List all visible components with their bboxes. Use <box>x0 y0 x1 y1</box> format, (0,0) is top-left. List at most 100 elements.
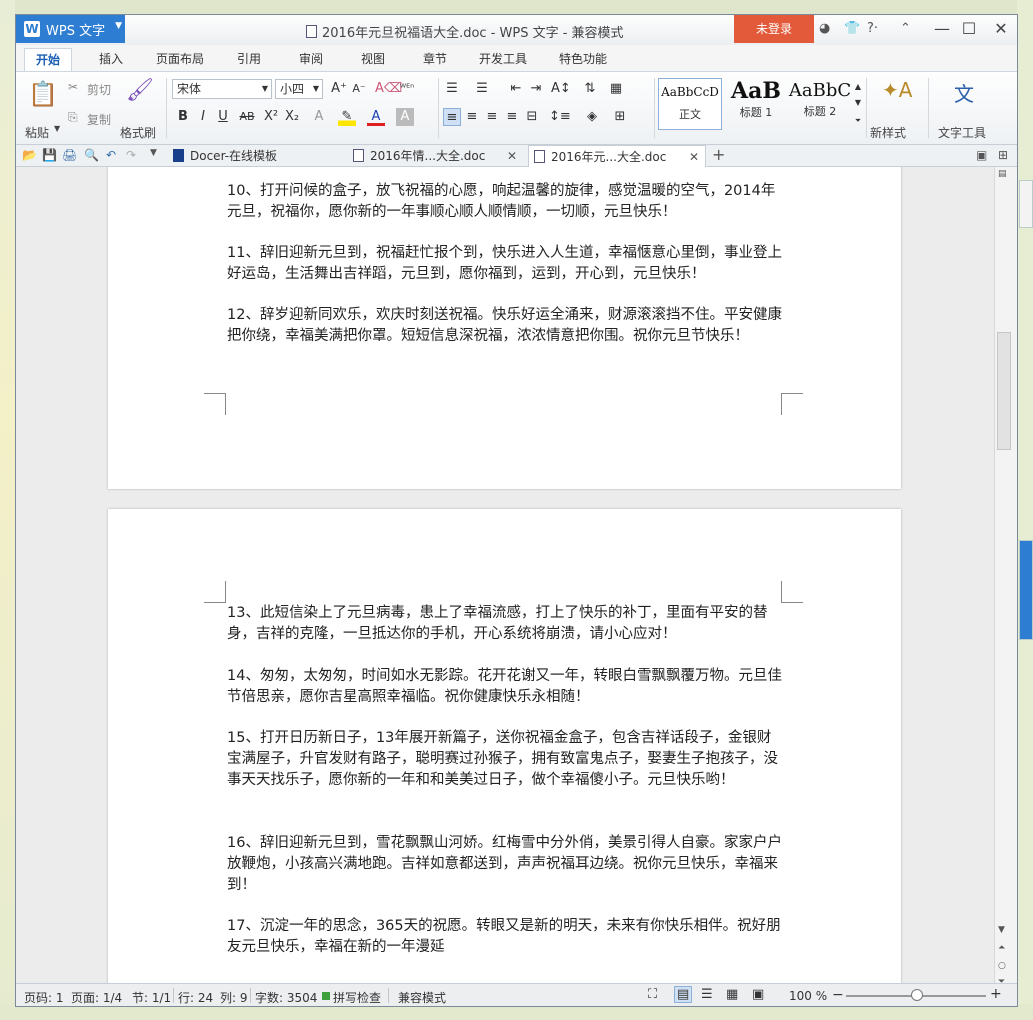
new-style-button[interactable]: 新样式 <box>870 124 906 141</box>
text-effect-icon[interactable]: A <box>310 108 328 126</box>
text-tools-icon[interactable]: 文 <box>954 78 974 107</box>
justify-icon[interactable]: ≡ <box>503 108 521 126</box>
align-right-icon[interactable]: ≡ <box>483 108 501 126</box>
increase-indent-icon[interactable]: ⇥ <box>527 80 545 98</box>
italic-icon[interactable]: I <box>194 108 212 126</box>
zoom-in-icon[interactable]: + <box>990 986 1002 1002</box>
shrink-font-icon[interactable]: A⁻ <box>350 80 368 98</box>
status-row[interactable]: 行: 24 <box>178 989 213 1006</box>
shirt-icon[interactable]: 👕 <box>844 21 860 36</box>
paragraph[interactable]: 13、此短信染上了元旦病毒，患上了幸福流感，打上了快乐的补丁，里面有平安的替身，… <box>227 603 783 645</box>
cut-button[interactable]: 剪切 <box>87 81 111 98</box>
font-size-select[interactable]: 小四 ▼ <box>275 79 323 99</box>
paragraph[interactable]: 15、打开日历新日子，13年展开新篇子，送你祝福金盒子，包含吉祥话段子，金银财宝… <box>227 728 783 791</box>
customize-toolbar-icon[interactable]: ▼ <box>150 148 157 158</box>
tab-insert[interactable]: 插入 <box>88 48 134 71</box>
paragraph[interactable]: 14、匆匆，太匆匆，时间如水无影踪。花开花谢又一年，转眼白雪飘飘覆万物。元旦佳节… <box>227 666 783 708</box>
paste-button[interactable]: 粘贴 <box>25 124 49 141</box>
borders-icon[interactable]: ⊞ <box>611 108 629 126</box>
format-painter-icon[interactable]: 🖌 <box>126 78 154 103</box>
style-heading-2[interactable]: AaBbC 标题 2 <box>788 78 852 130</box>
style-normal[interactable]: AaBbCcD 正文 <box>658 78 722 130</box>
tab-page-layout[interactable]: 页面布局 <box>146 48 214 71</box>
chevron-down-icon[interactable]: ▼ <box>54 124 60 133</box>
highlight-icon[interactable]: ✎ <box>338 108 356 126</box>
grow-font-icon[interactable]: A⁺ <box>330 80 348 98</box>
shading-fill-icon[interactable]: ◈ <box>583 108 601 126</box>
style-heading-1[interactable]: AaB 标题 1 <box>724 78 788 130</box>
strikethrough-icon[interactable]: AB <box>238 108 256 126</box>
text-tools-button[interactable]: 文字工具 <box>938 124 986 141</box>
paragraph[interactable]: 12、辞岁迎新同欢乐，欢庆时刻送祝福。快乐好运全涌来，财源滚滚挡不住。平安健康把… <box>227 305 783 347</box>
paragraph[interactable]: 16、辞旧迎新元旦到，雪花飘飘山河娇。红梅雪中分外俏，美景引得人自豪。家家户户放… <box>227 833 783 896</box>
tab-references[interactable]: 引用 <box>226 48 272 71</box>
copy-icon[interactable]: ⎘ <box>68 110 78 125</box>
page-view-icon[interactable]: ▤ <box>674 986 693 1003</box>
numbering-icon[interactable]: ☰ <box>473 80 491 98</box>
font-color-icon[interactable]: A <box>367 108 385 126</box>
chinese-layout-icon[interactable]: A↕ <box>551 80 571 98</box>
save-icon[interactable]: 💾 <box>42 148 57 162</box>
doc-tab-qingrenjie[interactable]: 2016年情...大全.doc ✕ <box>348 145 523 167</box>
close-tab-icon[interactable]: ✕ <box>507 145 517 167</box>
status-spell-check[interactable]: 拼写检查 <box>333 989 381 1006</box>
copy-button[interactable]: 复制 <box>87 111 111 128</box>
zoom-out-icon[interactable]: − <box>832 987 844 1003</box>
new-style-icon[interactable]: ✦A <box>882 78 912 102</box>
tab-chapter[interactable]: 章节 <box>412 48 458 71</box>
zoom-slider-handle[interactable] <box>911 989 923 1001</box>
cut-icon[interactable]: ✂ <box>68 80 78 94</box>
undo-icon[interactable]: ↶ <box>106 148 116 162</box>
align-left-icon[interactable]: ≡ <box>443 108 461 126</box>
scrollbar-thumb[interactable] <box>997 332 1011 450</box>
vertical-scrollbar[interactable]: ▤ ▼ ⏶ ○ ⏷ <box>994 167 1017 987</box>
open-folder-icon[interactable]: 📂 <box>22 148 37 162</box>
new-tab-icon[interactable]: + <box>712 145 725 164</box>
full-screen-icon[interactable]: ⛶ <box>648 987 657 1002</box>
doc-tab-docer[interactable]: Docer-在线模板 <box>168 145 338 167</box>
distribute-icon[interactable]: ⊟ <box>523 108 541 126</box>
sort-icon[interactable]: ⇅ <box>581 80 599 98</box>
tab-list-icon[interactable]: ▣ <box>976 148 987 162</box>
clear-format-icon[interactable]: A⌫ <box>375 80 402 98</box>
line-spacing-icon[interactable]: ↕≡ <box>549 108 571 126</box>
align-center-icon[interactable]: ≡ <box>463 108 481 126</box>
app-menu-button[interactable]: W WPS 文字 ▼ <box>16 15 125 43</box>
login-button[interactable]: 未登录 <box>734 15 814 43</box>
help-icon[interactable]: ?‧ <box>867 21 878 36</box>
prev-page-icon[interactable]: ⏶ <box>998 943 1005 953</box>
maximize-button[interactable]: ☐ <box>956 18 982 40</box>
outline-view-icon[interactable]: ☰ <box>701 987 713 1002</box>
document-canvas[interactable]: 10、打开问候的盒子，放飞祝福的心愿，响起温馨的旋律，感觉温暖的空气，2014年… <box>16 167 994 983</box>
select-browse-object-icon[interactable]: ○ <box>998 961 1006 971</box>
redo-icon[interactable]: ↷ <box>126 148 136 162</box>
paste-icon[interactable]: 📋 <box>28 80 58 108</box>
print-preview-icon[interactable]: 🔍 <box>84 148 99 162</box>
close-tab-icon[interactable]: ✕ <box>689 146 699 168</box>
status-section[interactable]: 节: 1/1 <box>132 989 171 1006</box>
doc-tab-yuandan[interactable]: 2016年元...大全.doc ✕ <box>528 145 706 167</box>
minimize-button[interactable]: — <box>929 18 955 40</box>
decrease-indent-icon[interactable]: ⇤ <box>507 80 525 98</box>
print-icon[interactable]: 🖨 <box>62 148 77 162</box>
styles-scroll-down-icon[interactable]: ▼ <box>852 94 864 112</box>
reading-view-icon[interactable]: ▣ <box>752 987 764 1002</box>
tab-view[interactable]: 视图 <box>350 48 396 71</box>
char-shading-icon[interactable]: A <box>396 108 414 126</box>
tab-menu-icon[interactable]: ⊞ <box>998 148 1008 162</box>
web-view-icon[interactable]: ▦ <box>726 987 738 1002</box>
table-icon[interactable]: ▦ <box>607 80 625 98</box>
subscript-icon[interactable]: X₂ <box>283 108 301 126</box>
paragraph[interactable]: 10、打开问候的盒子，放飞祝福的心愿，响起温馨的旋律，感觉温暖的空气，2014年… <box>227 181 783 223</box>
tab-review[interactable]: 审阅 <box>288 48 334 71</box>
phonetic-guide-icon[interactable]: ᵂᴱⁿ <box>398 80 416 98</box>
format-painter-button[interactable]: 格式刷 <box>120 124 156 141</box>
paragraph[interactable]: 17、沉淀一年的思念，365天的祝愿。转眼又是新的明天，未来有你快乐相伴。祝好朋… <box>227 916 783 958</box>
tab-special[interactable]: 特色功能 <box>548 48 618 71</box>
tab-home[interactable]: 开始 <box>24 48 72 71</box>
zoom-level[interactable]: 100 % <box>789 989 827 1003</box>
split-view-icon[interactable]: ▤ <box>998 169 1007 179</box>
superscript-icon[interactable]: X² <box>262 108 280 126</box>
status-page-code[interactable]: 页码: 1 <box>24 989 64 1006</box>
paragraph[interactable]: 11、辞旧迎新元旦到，祝福赶忙报个到，快乐进入人生道，幸福惬意心里倒，事业登上好… <box>227 243 783 285</box>
